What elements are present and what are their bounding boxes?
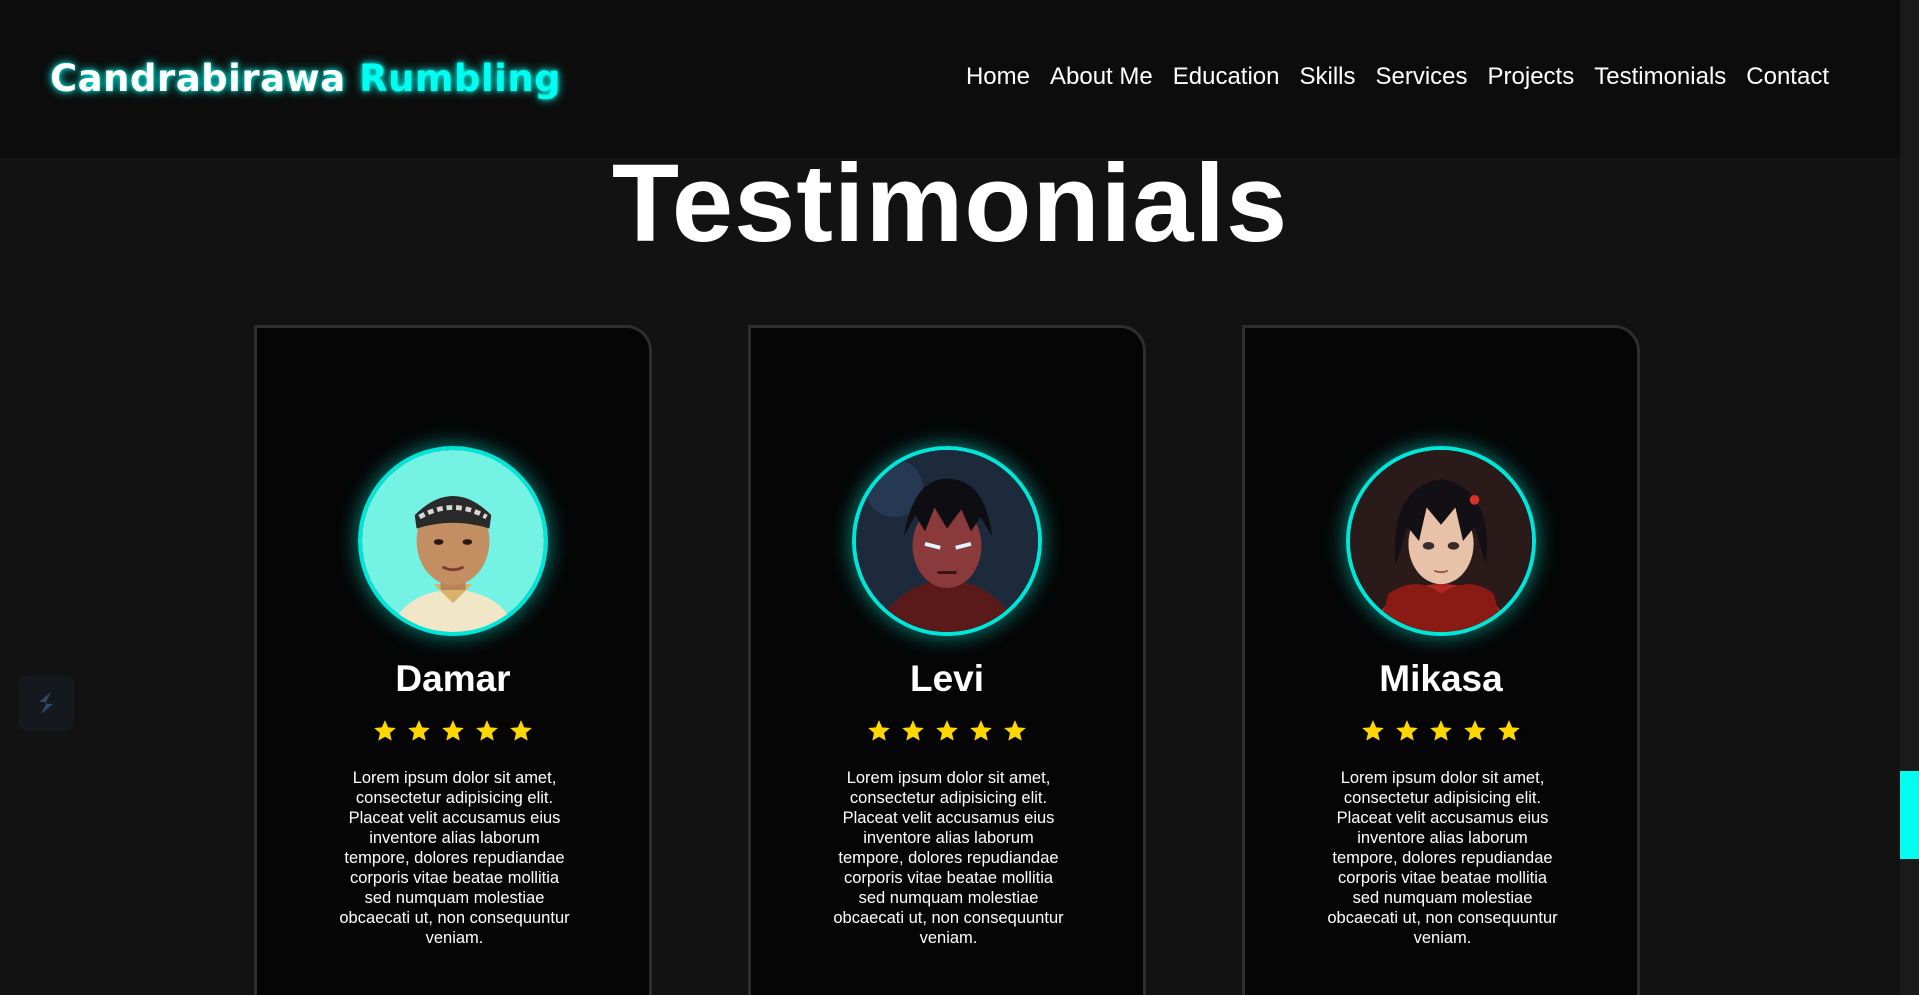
- testimonial-name: Mikasa: [1379, 658, 1503, 699]
- testimonial-text: Lorem ipsum dolor sit amet, consectetur …: [339, 769, 570, 947]
- site-header: Candrabirawa Rumbling Home About Me Educ…: [0, 0, 1900, 158]
- star-icon: [1498, 720, 1520, 741]
- nav-home[interactable]: Home: [966, 63, 1030, 91]
- star-rating: [751, 718, 1143, 744]
- avatar: [1346, 446, 1536, 636]
- avatar-levi-image: [856, 450, 1038, 632]
- nav-testimonials[interactable]: Testimonials: [1594, 63, 1726, 91]
- logo-accent-text: Rumbling: [359, 57, 562, 100]
- star-icon: [868, 720, 890, 741]
- star-icon: [408, 720, 430, 741]
- star-icon: [1464, 720, 1486, 741]
- logo-main-text: Candrabirawa: [50, 57, 346, 100]
- star-icon: [1004, 720, 1026, 741]
- testimonial-card: Mikasa Lorem ipsum dolor sit amet, conse…: [1242, 325, 1640, 995]
- avatar: [358, 446, 548, 636]
- testimonial-text: Lorem ipsum dolor sit amet, consectetur …: [1327, 769, 1558, 947]
- testimonial-card: Damar Lorem ipsum dolor sit amet, consec…: [254, 325, 652, 995]
- star-icon: [1362, 720, 1384, 741]
- star-icon: [1430, 720, 1452, 741]
- nav-about-me[interactable]: About Me: [1050, 63, 1153, 91]
- avatar-mikasa-image: [1350, 450, 1532, 632]
- floating-widget-button[interactable]: [18, 675, 74, 731]
- star-rating: [1245, 718, 1637, 744]
- testimonial-text: Lorem ipsum dolor sit amet, consectetur …: [833, 769, 1064, 947]
- page: Candrabirawa Rumbling Home About Me Educ…: [0, 0, 1919, 995]
- nav-projects[interactable]: Projects: [1488, 63, 1575, 91]
- star-icon: [374, 720, 396, 741]
- nav-education[interactable]: Education: [1173, 63, 1280, 91]
- testimonial-card: Levi Lorem ipsum dolor sit amet, consect…: [748, 325, 1146, 995]
- nav-contact[interactable]: Contact: [1746, 63, 1829, 91]
- s-logo-icon: [39, 692, 53, 714]
- star-icon: [1396, 720, 1418, 741]
- nav-skills[interactable]: Skills: [1299, 63, 1355, 91]
- star-icon: [936, 720, 958, 741]
- star-icon: [442, 720, 464, 741]
- testimonial-name: Levi: [909, 658, 985, 699]
- site-logo[interactable]: Candrabirawa Rumbling: [50, 57, 561, 100]
- star-icon: [970, 720, 992, 741]
- avatar: [852, 446, 1042, 636]
- section-title: Testimonials: [611, 142, 1289, 265]
- star-icon: [510, 720, 532, 741]
- nav-services[interactable]: Services: [1376, 63, 1468, 91]
- star-rating: [257, 718, 649, 744]
- avatar-damar-image: [362, 450, 544, 632]
- star-icon: [476, 720, 498, 741]
- main-nav: Home About Me Education Skills Services …: [966, 63, 1829, 91]
- scrollbar-thumb[interactable]: [1900, 771, 1919, 859]
- testimonial-name: Damar: [395, 658, 511, 699]
- star-icon: [902, 720, 924, 741]
